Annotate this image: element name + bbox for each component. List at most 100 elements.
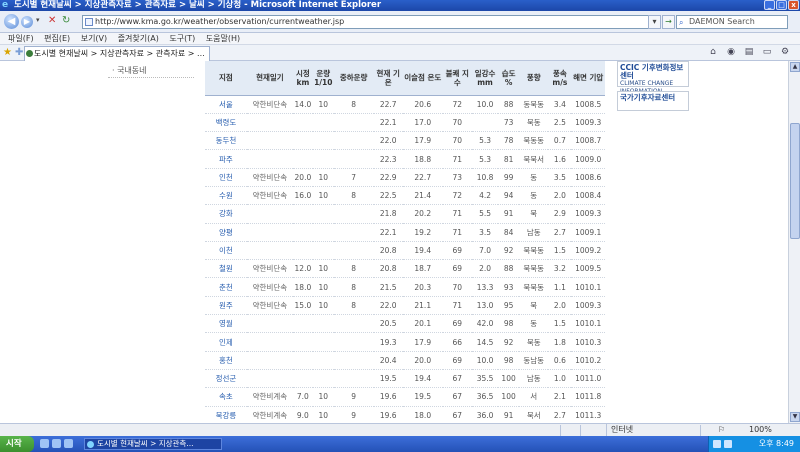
forward-button[interactable]: ▶ xyxy=(21,16,33,28)
cell-discomfort: 69 xyxy=(442,259,472,279)
cell-pressure: 1011.8 xyxy=(571,387,605,407)
start-button[interactable]: 시작 xyxy=(0,436,34,452)
cell-weather xyxy=(246,351,293,370)
cell-station[interactable]: 홍천 xyxy=(205,351,247,370)
cell-station[interactable]: 철원 xyxy=(205,259,247,279)
zoom-level[interactable]: 100% xyxy=(745,424,772,436)
menu-help[interactable]: 도움말(H) xyxy=(206,33,240,45)
url-input[interactable]: http://www.kma.go.kr/weather/observation… xyxy=(82,15,658,29)
cell-station[interactable]: 동두천 xyxy=(205,131,247,151)
minimize-button[interactable]: _ xyxy=(764,0,775,10)
cell-station[interactable]: 북강릉 xyxy=(205,406,247,423)
cell-station[interactable]: 양평 xyxy=(205,223,247,242)
vertical-scrollbar[interactable]: ▲ ▼ xyxy=(788,61,800,423)
menu-favorites[interactable]: 즐겨찾기(A) xyxy=(118,33,159,45)
table-row: 동두천 22.0 17.9 70 5.3 78 북동동 0.7 1008.7 xyxy=(205,131,605,151)
cell-pressure: 1008.7 xyxy=(571,131,605,151)
cell-rain: 13.0 xyxy=(471,296,499,316)
system-tray: 오후 8:49 xyxy=(708,436,800,452)
cell-temp: 22.0 xyxy=(373,296,403,316)
cell-cloud: 10 xyxy=(312,296,334,316)
cell-weather xyxy=(246,149,293,169)
cell-humidity: 100 xyxy=(498,369,520,389)
scroll-down-icon[interactable]: ▼ xyxy=(790,412,800,422)
quick-launch-app-icon[interactable] xyxy=(64,439,73,448)
cell-weather xyxy=(246,369,293,389)
cell-station[interactable]: 백령도 xyxy=(205,113,247,133)
search-input[interactable]: ⌕ DAEMON Search xyxy=(676,15,788,29)
cell-rain: 3.5 xyxy=(471,223,499,242)
menu-view[interactable]: 보기(V) xyxy=(81,33,107,45)
maximize-button[interactable]: □ xyxy=(776,0,787,10)
cell-visibility xyxy=(292,369,313,389)
cell-humidity: 100 xyxy=(498,387,520,407)
cell-discomfort: 70 xyxy=(442,131,472,151)
tray-network-icon[interactable] xyxy=(713,440,721,448)
cell-wind-dir: 북동동 xyxy=(519,131,549,151)
cell-visibility: 7.0 xyxy=(292,387,313,407)
print-icon[interactable]: ▤ xyxy=(742,47,756,57)
col-header-pressure: 해면 기압 xyxy=(571,61,605,96)
close-button[interactable]: x xyxy=(788,0,799,10)
url-dropdown-icon[interactable]: ▾ xyxy=(648,15,661,29)
history-dropdown-icon[interactable]: ▾ xyxy=(36,16,40,24)
home-icon[interactable]: ⌂ xyxy=(706,47,720,57)
cell-wind-speed: 0.7 xyxy=(548,131,572,151)
go-button[interactable]: → xyxy=(662,15,675,29)
quick-launch-ie-icon[interactable] xyxy=(40,439,49,448)
cell-station[interactable]: 이천 xyxy=(205,241,247,261)
tools-menu-icon[interactable]: ⚙ xyxy=(778,47,792,57)
quick-launch-desktop-icon[interactable] xyxy=(52,439,61,448)
cell-dewpoint: 19.4 xyxy=(402,369,443,389)
ccic-banner[interactable]: CCIC 기후변화정보센터 CLIMATE CHANGE INFORMATION… xyxy=(617,61,689,103)
menu-tools[interactable]: 도구(T) xyxy=(169,33,195,45)
cell-discomfort: 67 xyxy=(442,387,472,407)
sidebar-link[interactable]: · 국내동네 xyxy=(112,65,147,76)
cell-station[interactable]: 수원 xyxy=(205,186,247,206)
col-header-weather: 현재일기 xyxy=(246,61,293,96)
cell-humidity: 99 xyxy=(498,168,520,187)
cell-station[interactable]: 인제 xyxy=(205,332,247,352)
refresh-icon[interactable]: ↻ xyxy=(62,15,70,26)
cell-station[interactable]: 속초 xyxy=(205,387,247,407)
cell-pressure: 1010.1 xyxy=(571,277,605,297)
col-header-temp: 현재 기온 xyxy=(373,61,403,96)
page-menu-icon[interactable]: ▭ xyxy=(760,47,774,57)
climate-data-center-banner[interactable]: 국가기후자료센터 xyxy=(617,91,689,111)
scroll-thumb[interactable] xyxy=(790,123,800,239)
cell-station[interactable]: 영월 xyxy=(205,314,247,334)
menu-edit[interactable]: 편집(E) xyxy=(44,33,70,45)
stop-icon[interactable]: ✕ xyxy=(48,15,56,26)
cell-dewpoint: 18.8 xyxy=(402,149,443,169)
cell-cloud: 10 xyxy=(312,406,334,423)
feeds-icon[interactable]: ◉ xyxy=(724,47,738,57)
cell-station[interactable]: 춘천 xyxy=(205,277,247,297)
cell-station[interactable]: 강화 xyxy=(205,204,247,224)
add-favorite-icon[interactable]: ✚ xyxy=(15,47,23,58)
cell-low-cloud: 8 xyxy=(333,277,374,297)
cell-station[interactable]: 정선군 xyxy=(205,369,247,389)
cell-cloud xyxy=(312,351,334,370)
cell-station[interactable]: 원주 xyxy=(205,296,247,316)
protected-mode-icon[interactable]: ⚐ xyxy=(718,424,725,436)
favorites-star-icon[interactable]: ★ xyxy=(3,47,12,58)
col-header-humidity: 습도 % xyxy=(498,61,520,96)
cell-rain: 14.5 xyxy=(471,332,499,352)
cell-humidity: 92 xyxy=(498,332,520,352)
cell-station[interactable]: 인천 xyxy=(205,168,247,187)
cell-wind-speed: 2.0 xyxy=(548,186,572,206)
taskbar-ie-icon xyxy=(87,441,94,448)
cell-station[interactable]: 서울 xyxy=(205,95,247,114)
tray-volume-icon[interactable] xyxy=(724,440,732,448)
taskbar-item-ie[interactable]: 도시별 현재날씨 > 지상관측... xyxy=(84,438,222,450)
cell-temp: 19.6 xyxy=(373,406,403,423)
scroll-up-icon[interactable]: ▲ xyxy=(790,62,800,72)
tab-current[interactable]: 도시별 현재날씨 > 지상관측자료 > 관측자료 > ... xyxy=(24,46,210,61)
cell-weather: 약한비단속 xyxy=(246,296,293,316)
cell-wind-dir: 북북동 xyxy=(519,241,549,261)
cell-discomfort: 71 xyxy=(442,204,472,224)
cell-station[interactable]: 파주 xyxy=(205,149,247,169)
back-button[interactable]: ◀ xyxy=(4,14,19,29)
cell-wind-speed: 1.0 xyxy=(548,369,572,389)
cell-wind-speed: 1.5 xyxy=(548,241,572,261)
